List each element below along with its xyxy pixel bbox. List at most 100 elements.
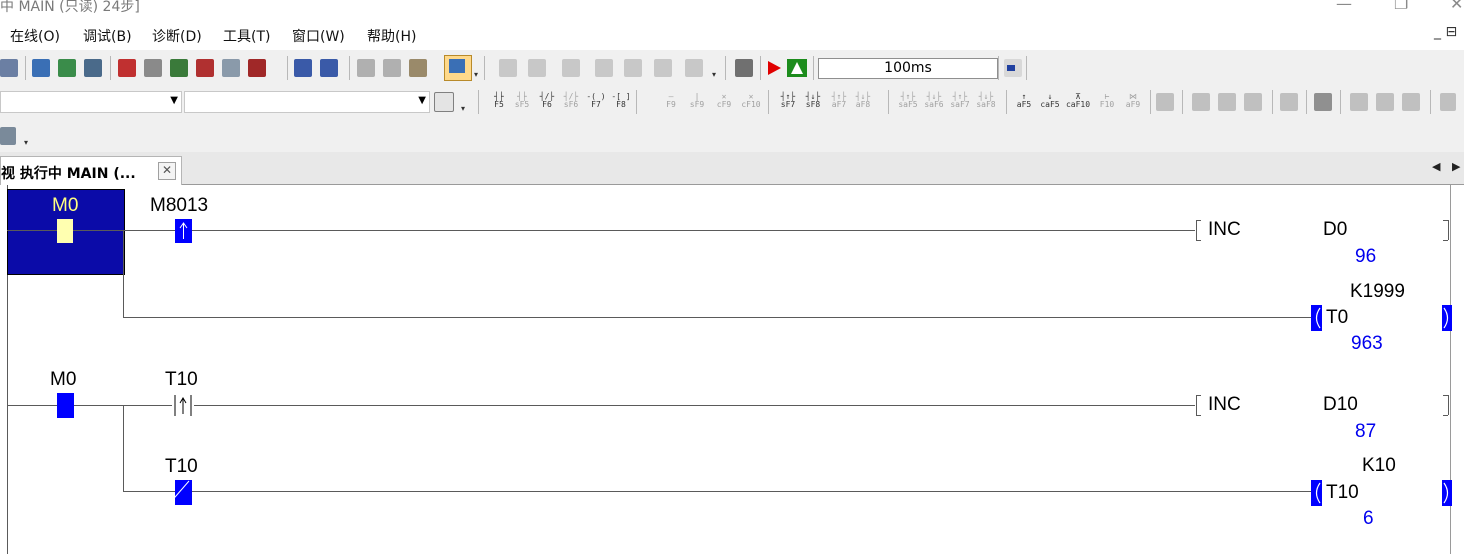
contact-nc-button[interactable]: ┤/├ F6 bbox=[536, 93, 558, 109]
contact-nc-parallel-button[interactable]: ┤/├ sF6 bbox=[560, 93, 582, 109]
toolbar-icon[interactable] bbox=[383, 59, 401, 77]
rising-pulse-button[interactable]: ┤↑├ sF7 bbox=[777, 93, 799, 109]
falling-pulse-parallel-button[interactable]: ┤↓├ aF8 bbox=[852, 93, 874, 109]
rising-pulse-nc-button[interactable]: ┤↑├ saF5 bbox=[896, 93, 920, 109]
stop-icon[interactable] bbox=[787, 59, 807, 77]
scan-time-field[interactable]: 100ms bbox=[818, 58, 998, 79]
contact-m0[interactable] bbox=[57, 219, 73, 243]
monitor-write-icon[interactable] bbox=[222, 59, 240, 77]
coil-button[interactable]: -( ) F7 bbox=[585, 93, 607, 109]
monitor-mode-button[interactable] bbox=[444, 55, 472, 81]
rising-pulse-nc-parallel-button[interactable]: ┤↑├ saF7 bbox=[948, 93, 972, 109]
toolbar-icon[interactable] bbox=[0, 59, 18, 77]
instruction-operand: D0 bbox=[1323, 219, 1348, 240]
toolbar-overflow-icon[interactable]: ▾ bbox=[712, 70, 716, 79]
fkey-label: aF5 bbox=[1016, 100, 1032, 109]
step-execution-icon[interactable] bbox=[735, 59, 753, 77]
close-icon[interactable]: ✕ bbox=[158, 162, 176, 180]
toolbar-icon[interactable] bbox=[1350, 93, 1368, 111]
toolbar-overflow-icon[interactable]: ▾ bbox=[24, 138, 28, 147]
instruction-bracket-left bbox=[1196, 395, 1201, 396]
toolbar-icon[interactable] bbox=[1314, 93, 1332, 111]
toolbar-icon[interactable] bbox=[1244, 93, 1262, 111]
fkey-label: saF6 bbox=[924, 100, 944, 109]
toolbar-overflow-icon[interactable]: ▾ bbox=[474, 70, 478, 79]
toolbar-icon[interactable] bbox=[1004, 59, 1022, 77]
toolbar-icon[interactable] bbox=[1156, 93, 1174, 111]
contact-no-button[interactable]: ┤├ F5 bbox=[488, 93, 510, 109]
minimize-button[interactable]: — bbox=[1336, 0, 1352, 13]
monitor-start-icon[interactable] bbox=[170, 59, 188, 77]
toolbar-icon[interactable] bbox=[685, 59, 703, 77]
contact-m8013[interactable] bbox=[175, 219, 192, 243]
toolbar-icon[interactable] bbox=[562, 59, 580, 77]
toolbar-icon[interactable] bbox=[0, 127, 16, 145]
tab-prev-icon[interactable]: ◀ bbox=[1432, 160, 1440, 173]
toolbar-overflow-icon[interactable]: ▾ bbox=[461, 104, 465, 113]
toolbar-icon[interactable] bbox=[1376, 93, 1394, 111]
rising-pulse-parallel-button[interactable]: ┤↑├ aF7 bbox=[828, 93, 850, 109]
device-write-icon[interactable] bbox=[58, 59, 76, 77]
dev-write-icon[interactable] bbox=[320, 59, 338, 77]
vline-button[interactable]: | sF9 bbox=[686, 93, 708, 109]
timer-coil-left[interactable] bbox=[1311, 305, 1322, 331]
invert-button[interactable]: ⊼ caF10 bbox=[1065, 93, 1091, 109]
maximize-button[interactable]: ❐ bbox=[1394, 0, 1408, 13]
menu-bar: 在线(O) 调试(B) 诊断(D) 工具(T) 窗口(W) 帮助(H) _ ⊟ bbox=[0, 20, 1464, 50]
toolbar-separator bbox=[760, 56, 761, 80]
device-combo[interactable]: ▼ bbox=[0, 91, 182, 113]
timer-coil-right[interactable] bbox=[1442, 480, 1452, 506]
timer-coil-right[interactable] bbox=[1442, 305, 1452, 331]
read-from-plc-icon[interactable] bbox=[144, 59, 162, 77]
monitor-stop-icon[interactable] bbox=[196, 59, 214, 77]
contact-t10-nc[interactable] bbox=[168, 480, 192, 505]
delete-hline-button[interactable]: ✕ cF9 bbox=[713, 93, 735, 109]
verify-icon[interactable] bbox=[248, 59, 266, 77]
toolbar-icon[interactable] bbox=[1402, 93, 1420, 111]
ladder-editor[interactable]: M0 M8013 INC D0 96 K1999 T0 963 M0 T10 I… bbox=[0, 185, 1464, 554]
menu-debug[interactable]: 调试(B) bbox=[83, 26, 132, 46]
contact-no-parallel-button[interactable]: ┤├ sF5 bbox=[511, 93, 533, 109]
menu-diagnostics[interactable]: 诊断(D) bbox=[152, 26, 202, 46]
toolbar-icon[interactable] bbox=[1280, 93, 1298, 111]
delete-vline-button[interactable]: ✕ cF10 bbox=[739, 93, 763, 109]
toolbar-icon[interactable] bbox=[357, 59, 375, 77]
contact-t10-rising[interactable] bbox=[172, 393, 194, 418]
falling-pulse-button[interactable]: ┤↓├ sF8 bbox=[802, 93, 824, 109]
toolbar-icon[interactable] bbox=[595, 59, 613, 77]
menu-online[interactable]: 在线(O) bbox=[10, 26, 60, 46]
toolbar-icon[interactable] bbox=[499, 59, 517, 77]
contact-m0[interactable] bbox=[57, 393, 74, 418]
toolbar-icon[interactable] bbox=[624, 59, 642, 77]
toolbar-icon[interactable] bbox=[1440, 93, 1456, 111]
timer-coil-left[interactable] bbox=[1311, 480, 1322, 506]
toolbar-icon[interactable] bbox=[1218, 93, 1236, 111]
dev-read-icon[interactable] bbox=[294, 59, 312, 77]
toolbar-icon[interactable] bbox=[1192, 93, 1210, 111]
menu-tools[interactable]: 工具(T) bbox=[223, 26, 270, 46]
comment-combo[interactable]: ▼ bbox=[184, 91, 430, 113]
close-button[interactable]: ✕ bbox=[1450, 0, 1463, 13]
device-read-icon[interactable] bbox=[32, 59, 50, 77]
toolbar-icon[interactable] bbox=[654, 59, 672, 77]
document-icon[interactable] bbox=[434, 92, 454, 112]
tab-main-monitor[interactable]: 视 执行中 MAIN (... ✕ bbox=[0, 156, 182, 185]
fkey-label: sF5 bbox=[514, 100, 530, 109]
write-to-plc-icon[interactable] bbox=[118, 59, 136, 77]
line-draw-button[interactable]: ⊢ F10 bbox=[1096, 93, 1118, 109]
menu-window[interactable]: 窗口(W) bbox=[292, 26, 345, 46]
instruction-button[interactable]: -[ ] F8 bbox=[610, 93, 632, 109]
tab-next-icon[interactable]: ▶ bbox=[1452, 160, 1460, 173]
falling-pulse-nc-parallel-button[interactable]: ┤↓├ saF8 bbox=[974, 93, 998, 109]
run-icon[interactable] bbox=[764, 59, 784, 77]
line-delete-button[interactable]: ⋈ aF9 bbox=[1122, 93, 1144, 109]
operation-rise-button[interactable]: ↑ aF5 bbox=[1013, 93, 1035, 109]
falling-pulse-nc-button[interactable]: ┤↓├ saF6 bbox=[922, 93, 946, 109]
mdi-window-controls[interactable]: _ ⊟ bbox=[1434, 24, 1457, 40]
hline-button[interactable]: — F9 bbox=[660, 93, 682, 109]
menu-help[interactable]: 帮助(H) bbox=[367, 26, 416, 46]
toolbar-icon[interactable] bbox=[409, 59, 427, 77]
device-verify-icon[interactable] bbox=[84, 59, 102, 77]
operation-fall-button[interactable]: ↓ caF5 bbox=[1038, 93, 1062, 109]
toolbar-icon[interactable] bbox=[528, 59, 546, 77]
